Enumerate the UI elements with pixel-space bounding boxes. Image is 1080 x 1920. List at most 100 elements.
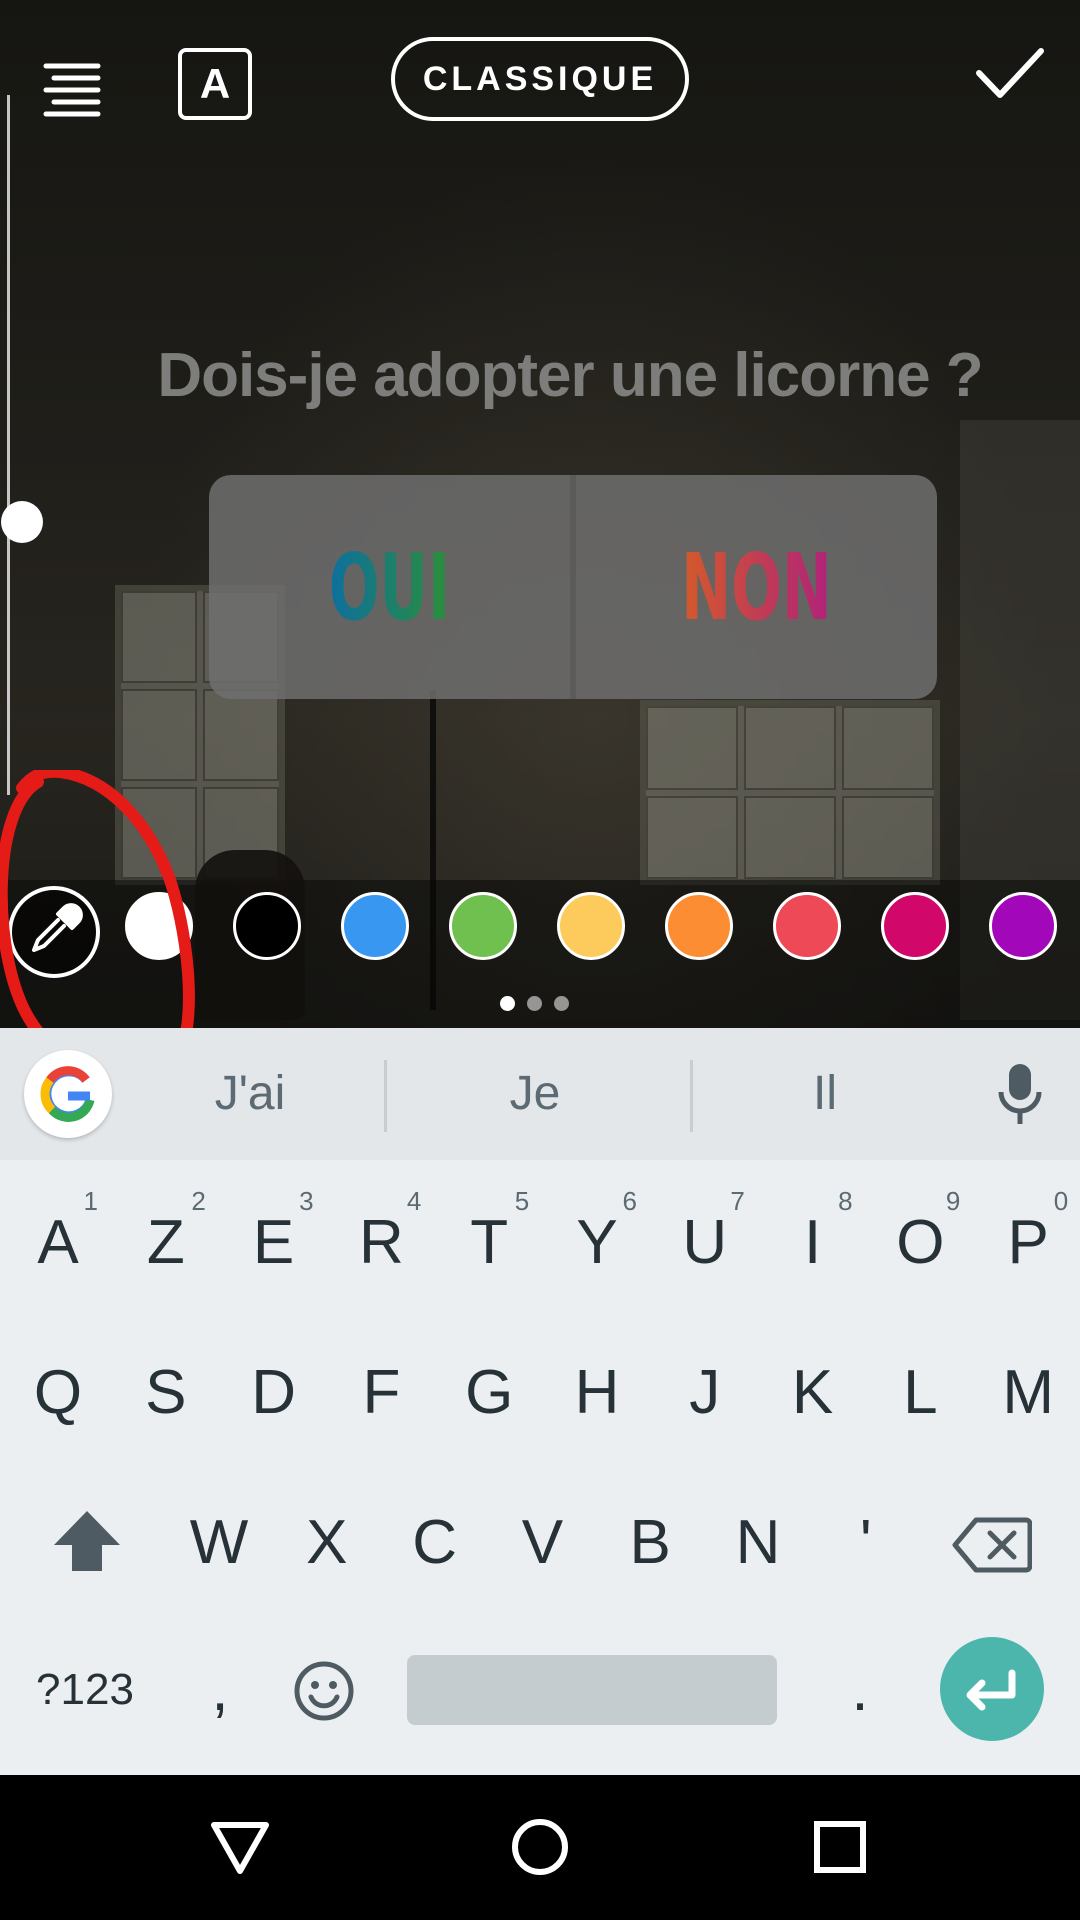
text-align-menu-icon[interactable]	[42, 58, 102, 118]
poll-sticker[interactable]: OUI NON	[209, 475, 937, 699]
google-g-icon	[40, 1066, 95, 1122]
comma-key[interactable]: ,	[165, 1615, 275, 1765]
key-label: C	[412, 1508, 457, 1577]
space-bar[interactable]	[407, 1655, 777, 1725]
key-h[interactable]: H	[543, 1318, 651, 1468]
suggestion-separator	[690, 1060, 693, 1132]
key-number-hint: 2	[191, 1186, 206, 1216]
key-v[interactable]: V	[488, 1468, 596, 1618]
key-k[interactable]: K	[759, 1318, 867, 1468]
color-swatch[interactable]	[989, 892, 1057, 960]
eyedropper-button[interactable]	[8, 886, 100, 978]
key-label: T	[470, 1208, 509, 1277]
key-label: R	[359, 1208, 404, 1277]
color-swatch[interactable]	[125, 892, 193, 960]
key-n[interactable]: N	[704, 1468, 812, 1618]
key-z[interactable]: Z2	[112, 1168, 220, 1318]
poll-option-yes-label: OUI	[328, 533, 451, 641]
key-l[interactable]: L	[866, 1318, 974, 1468]
key-number-hint: 4	[406, 1186, 422, 1216]
suggestion-3[interactable]: Il	[725, 1028, 925, 1160]
key-g[interactable]: G	[435, 1318, 543, 1468]
key-p[interactable]: P0	[974, 1168, 1080, 1318]
check-icon[interactable]	[975, 45, 1045, 100]
font-style-button[interactable]: CLASSIQUE	[391, 37, 689, 121]
color-swatch[interactable]	[773, 892, 841, 960]
poll-option-yes[interactable]: OUI	[260, 475, 520, 699]
home-icon[interactable]	[510, 1817, 570, 1877]
color-swatch[interactable]	[881, 892, 949, 960]
suggestion-bar: J'ai Je Il	[0, 1028, 1080, 1160]
story-editor: A CLASSIQUE Dois-je adopter une licorne …	[0, 0, 1080, 1028]
key-label: Z	[146, 1208, 185, 1277]
key-label: I	[803, 1208, 822, 1277]
key-label: W	[189, 1508, 249, 1577]
key-label: S	[145, 1358, 187, 1427]
key-apostrophe[interactable]: '	[812, 1468, 920, 1618]
key-j[interactable]: J	[651, 1318, 759, 1468]
key-label: K	[791, 1358, 834, 1427]
key-label: B	[629, 1508, 671, 1577]
poll-question[interactable]: Dois-je adopter une licorne ?	[110, 340, 1030, 411]
key-number-hint: 8	[838, 1186, 853, 1216]
key-label: V	[521, 1508, 564, 1577]
key-c[interactable]: C	[381, 1468, 489, 1618]
color-swatch[interactable]	[233, 892, 301, 960]
color-swatch[interactable]	[665, 892, 733, 960]
key-x[interactable]: X	[273, 1468, 381, 1618]
key-i[interactable]: I8	[759, 1168, 867, 1318]
key-label: '	[859, 1508, 872, 1577]
key-b[interactable]: B	[596, 1468, 704, 1618]
recents-icon[interactable]	[813, 1820, 867, 1874]
text-size-slider[interactable]	[1, 95, 43, 795]
key-t[interactable]: T5	[435, 1168, 543, 1318]
google-button[interactable]	[24, 1050, 112, 1138]
key-a[interactable]: A1	[4, 1168, 112, 1318]
back-icon[interactable]	[210, 1821, 270, 1875]
suggestion-2[interactable]: Je	[435, 1028, 635, 1160]
key-m[interactable]: M	[974, 1318, 1080, 1468]
key-r[interactable]: R4	[327, 1168, 435, 1318]
color-swatch[interactable]	[557, 892, 625, 960]
key-label: P	[1007, 1208, 1049, 1277]
key-o[interactable]: O9	[866, 1168, 974, 1318]
color-swatch[interactable]	[449, 892, 517, 960]
color-palette	[0, 886, 1080, 978]
key-q[interactable]: Q	[4, 1318, 112, 1468]
key-u[interactable]: U7	[651, 1168, 759, 1318]
key-number-hint: 0	[1053, 1186, 1069, 1216]
key-label: D	[251, 1358, 296, 1427]
page-dot	[554, 996, 569, 1011]
key-label: Q	[33, 1358, 83, 1427]
key-label: E	[252, 1208, 295, 1277]
suggestion-1[interactable]: J'ai	[150, 1028, 350, 1160]
key-w[interactable]: W	[165, 1468, 273, 1618]
text-size-slider-handle[interactable]	[1, 501, 43, 543]
backspace-icon[interactable]	[952, 1517, 1032, 1573]
key-number-hint: 7	[730, 1186, 745, 1216]
key-label: L	[903, 1358, 938, 1427]
key-label: H	[574, 1358, 620, 1427]
key-d[interactable]: D	[220, 1318, 328, 1468]
key-f[interactable]: F	[327, 1318, 435, 1468]
enter-button[interactable]	[940, 1637, 1044, 1741]
period-key[interactable]: .	[805, 1615, 915, 1765]
poll-divider	[570, 475, 576, 699]
key-number-hint: 6	[622, 1186, 637, 1216]
key-label: J	[689, 1358, 721, 1427]
text-background-button[interactable]: A	[178, 48, 252, 120]
key-e[interactable]: E3	[220, 1168, 328, 1318]
key-s[interactable]: S	[112, 1318, 220, 1468]
key-y[interactable]: Y6	[543, 1168, 651, 1318]
poll-option-no[interactable]: NON	[627, 475, 887, 699]
key-label: N	[735, 1508, 781, 1577]
key-number-hint: 1	[83, 1186, 98, 1216]
key-number-hint: 9	[945, 1186, 961, 1216]
color-swatch[interactable]	[341, 892, 409, 960]
microphone-icon[interactable]	[996, 1062, 1044, 1126]
key-label: M	[1002, 1358, 1055, 1427]
symbols-key[interactable]: ?123	[20, 1615, 150, 1765]
emoji-icon[interactable]	[292, 1659, 356, 1723]
shift-icon[interactable]	[52, 1509, 122, 1573]
enter-arrow-icon	[966, 1669, 1016, 1711]
